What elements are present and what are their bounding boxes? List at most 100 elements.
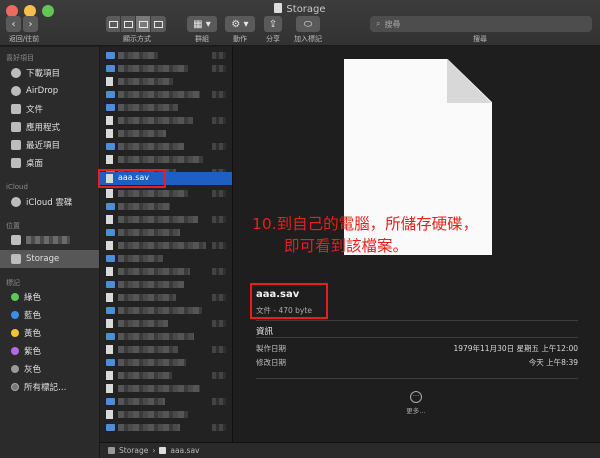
list-item[interactable] [100,88,232,101]
share-button[interactable]: ⇪ [264,16,282,32]
list-item[interactable] [100,140,232,153]
sidebar-item-label: 黃色 [24,329,42,339]
drive-icon [274,3,283,13]
gallery-icon [154,20,163,28]
path-separator: › [152,446,156,455]
sidebar-item-recents[interactable]: 最近項目 [0,136,99,154]
list-item[interactable] [100,356,232,369]
list-item[interactable] [100,114,232,127]
sidebar-item-airdrop[interactable]: AirDrop [0,82,99,100]
sidebar-tag-all[interactable]: 所有標記… [0,378,99,396]
view-label: 顯示方式 [123,35,151,43]
file-icon [159,447,167,454]
action-button[interactable]: ⚙ ▾ [225,16,255,32]
sidebar-tag-purple[interactable]: 紫色 [0,342,99,360]
list-item[interactable] [100,330,232,343]
disk-icon [11,254,21,264]
grid-icon [108,20,118,28]
sidebar-item-label: 所有標記… [24,383,67,393]
list-item[interactable] [100,408,232,421]
sidebar-tag-green[interactable]: 綠色 [0,288,99,306]
list-item[interactable] [100,62,232,75]
gallery-view-button[interactable] [151,16,166,32]
sidebar-item-storage[interactable]: Storage [0,250,99,268]
tag-label: 加入標記 [294,35,322,43]
redacted-device-name [26,236,70,244]
sidebar-item-label: 最近項目 [26,141,61,151]
list-item[interactable] [100,278,232,291]
icon-view-button[interactable] [106,16,121,32]
list-item[interactable] [100,252,232,265]
sidebar-item-desktop[interactable]: 桌面 [0,154,99,172]
tag-icon: ⬭ [303,18,313,30]
computer-icon [11,235,21,245]
list-item[interactable] [100,265,232,278]
modified-label: 修改日期 [256,358,286,367]
action-label: 動作 [233,35,247,43]
sidebar-tag-gray[interactable]: 灰色 [0,360,99,378]
path-bar: Storage › aaa.sav [100,442,600,458]
gear-icon: ⚙ ▾ [231,18,249,30]
gray-dot-icon [11,365,19,373]
column-view-button[interactable] [136,16,151,32]
info-row-created: 製作日期 1979年11月30日 星期五 上午12:00 [256,343,578,354]
list-icon [123,20,133,28]
share-label: 分享 [266,35,280,43]
sidebar-item-icloud-drive[interactable]: iCloud 雲碟 [0,193,99,211]
sidebar-item-label: Storage [26,254,60,264]
list-item[interactable] [100,239,232,252]
list-item[interactable] [100,369,232,382]
list-view-button[interactable] [121,16,136,32]
sidebar-tag-blue[interactable]: 藍色 [0,306,99,324]
divider [256,378,578,379]
created-label: 製作日期 [256,344,286,353]
list-item[interactable] [100,200,232,213]
divider [256,320,578,321]
annotation-line-2: 即可看到該檔案。 [284,237,409,255]
list-item[interactable] [100,213,232,226]
list-item[interactable] [100,75,232,88]
list-item[interactable] [100,395,232,408]
more-button[interactable]: ··· 更多… [398,391,434,415]
sidebar-item-applications[interactable]: 應用程式 [0,118,99,136]
list-item[interactable] [100,153,232,166]
path-item-storage[interactable]: Storage [119,446,148,455]
yellow-dot-icon [11,329,19,337]
locations-header: 位置 [6,222,20,230]
forward-button[interactable]: › [23,16,38,32]
list-item[interactable] [100,49,232,62]
list-item[interactable] [100,382,232,395]
list-item[interactable] [100,304,232,317]
page-fold-icon [447,59,492,103]
list-item[interactable] [100,343,232,356]
sidebar-item-label: AirDrop [26,86,59,96]
path-item-file[interactable]: aaa.sav [170,446,199,455]
list-item[interactable] [100,101,232,114]
tag-button[interactable]: ⬭ [296,16,320,32]
sidebar-item-downloads[interactable]: 下載項目 [0,64,99,82]
ellipsis-icon: ··· [410,391,422,403]
group-button[interactable]: ▦ ▾ [187,16,217,32]
blue-dot-icon [11,311,19,319]
file-list-column: aaa.sav [100,47,233,442]
list-item[interactable] [100,291,232,304]
search-input[interactable]: ⌕ 搜尋 [370,16,592,32]
sidebar-tag-yellow[interactable]: 黃色 [0,324,99,342]
sidebar-item-label: 紫色 [24,347,42,357]
back-button[interactable]: ‹ [6,16,21,32]
sidebar-item-documents[interactable]: 文件 [0,100,99,118]
list-item[interactable] [100,127,232,140]
list-item[interactable] [100,317,232,330]
list-item[interactable] [100,187,232,200]
nav-label: 返回/往前 [8,35,40,43]
document-icon [11,104,21,114]
airdrop-icon [11,86,21,96]
sidebar-item-blurred-device[interactable] [0,231,99,249]
divider [256,337,578,338]
search-icon: ⌕ [376,19,381,28]
list-item[interactable] [100,421,232,434]
tags-header: 標記 [6,279,20,287]
list-item[interactable] [100,226,232,239]
search-placeholder: 搜尋 [384,19,401,29]
info-row-modified: 修改日期 今天 上午8:39 [256,357,578,368]
